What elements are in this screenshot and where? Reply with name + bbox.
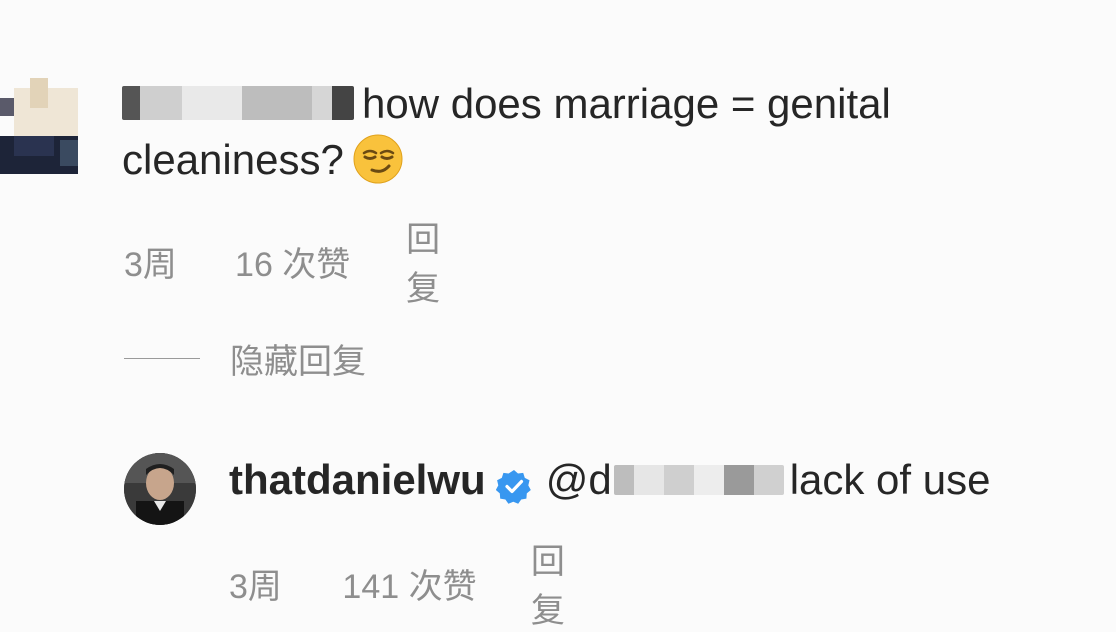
mention-link[interactable]: @d — [546, 452, 612, 508]
comment-meta: 3周 141 次赞 回复 — [229, 534, 593, 632]
thatdanielwu-avatar[interactable] — [124, 453, 196, 525]
comment-text: how does marriage = genital cleaniness? — [122, 76, 1022, 189]
commenter-avatar[interactable] — [0, 78, 78, 178]
comment-text: thatdanielwu @d lack of use — [229, 452, 1109, 508]
comment-likes[interactable]: 16 次赞 — [235, 237, 406, 286]
reply-text: lack of use — [789, 456, 991, 503]
comment-meta: 3周 16 次赞 回复 — [124, 212, 468, 310]
hide-replies-label: 隐藏回复 — [230, 343, 366, 381]
smirking-face-emoji-icon — [352, 133, 404, 185]
verified-badge-icon — [495, 462, 532, 504]
redacted-username[interactable] — [122, 85, 354, 120]
reply-button[interactable]: 回复 — [406, 212, 468, 310]
comment-time: 3周 — [229, 567, 282, 606]
username-link[interactable]: thatdanielwu — [229, 452, 486, 508]
redacted-mention — [613, 465, 784, 495]
comment-text-line1: how does marriage = genital — [362, 80, 891, 127]
reply-button[interactable]: 回复 — [531, 534, 593, 632]
hide-replies-button[interactable]: 隐藏回复 — [124, 334, 366, 383]
hide-replies-divider — [124, 358, 200, 359]
comment-text-line2: cleaniness? — [122, 136, 344, 183]
comment-time: 3周 — [124, 245, 177, 284]
comment-likes[interactable]: 141 次赞 — [342, 559, 530, 608]
